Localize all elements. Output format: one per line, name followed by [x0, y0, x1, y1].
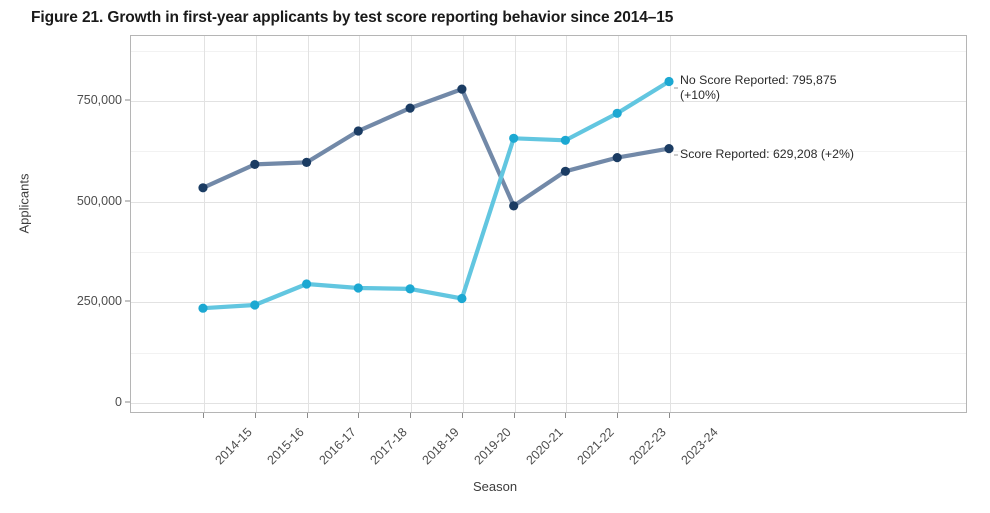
plot-panel — [130, 35, 967, 413]
y-axis-tick-mark — [125, 200, 130, 202]
x-axis-tick-mark — [203, 413, 204, 418]
gridline-x-major — [255, 36, 257, 412]
figure-container: Figure 21. Growth in first-year applican… — [0, 0, 990, 513]
x-axis-tick-mark — [306, 413, 308, 418]
x-axis-tick-label: 2017-18 — [367, 425, 411, 468]
y-axis-tick-label: 750,000 — [76, 93, 122, 107]
x-axis-tick-mark — [617, 413, 619, 418]
x-axis-tick-mark — [254, 413, 256, 418]
x-axis-tick-mark — [669, 413, 670, 418]
annotation-score-reported: Score Reported: 629,208 (+2%) — [680, 147, 854, 161]
gridline-x-major — [566, 36, 568, 412]
gridline-x-major — [462, 36, 464, 412]
gridline-x-major — [618, 36, 620, 412]
x-axis-tick-label: 2020-21 — [523, 425, 566, 468]
gridline-x-major — [307, 36, 309, 412]
gridline-x-major — [411, 36, 413, 412]
x-axis-tick-mark — [513, 413, 515, 418]
gridline-x-major — [359, 36, 361, 412]
x-axis-tick-label: 2018-19 — [419, 425, 462, 468]
x-axis-tick-label: 2022-23 — [626, 425, 669, 468]
x-axis-tick-label: 2014-15 — [212, 425, 255, 468]
annotation-no-score-reported: No Score Reported: 795,875 (+10%) — [680, 73, 837, 102]
y-axis-tick-label: 250,000 — [76, 294, 122, 309]
x-axis-tick-label: 2019-20 — [471, 425, 514, 468]
x-axis-tick-mark — [461, 413, 463, 418]
x-axis-tick-label: 2023-24 — [678, 425, 721, 468]
gridline-x-major — [514, 36, 516, 412]
x-axis-tick-mark — [410, 413, 412, 418]
y-axis-tick-mark — [125, 401, 130, 403]
y-axis-tick-label: 0 — [115, 395, 122, 409]
x-axis-title: Season — [472, 479, 518, 494]
x-axis-tick-mark — [565, 413, 567, 418]
x-axis-tick-label: 2016-17 — [315, 425, 359, 468]
y-axis-title: Applicants — [16, 173, 32, 234]
y-axis-tick-mark — [125, 300, 130, 302]
x-axis-tick-label: 2015-16 — [264, 425, 307, 468]
x-axis-tick-mark — [358, 413, 360, 418]
x-axis-tick-labels: 2014-15 2015-16 2016-17 2017-18 2018-19 2019-… — [0, 413, 990, 483]
gridline-x-major — [670, 36, 671, 412]
y-axis-tick-mark — [125, 99, 130, 101]
y-axis-tick-label: 500,000 — [76, 193, 122, 208]
x-axis-tick-label: 2021-22 — [574, 425, 618, 468]
gridline-x-major — [204, 36, 205, 412]
